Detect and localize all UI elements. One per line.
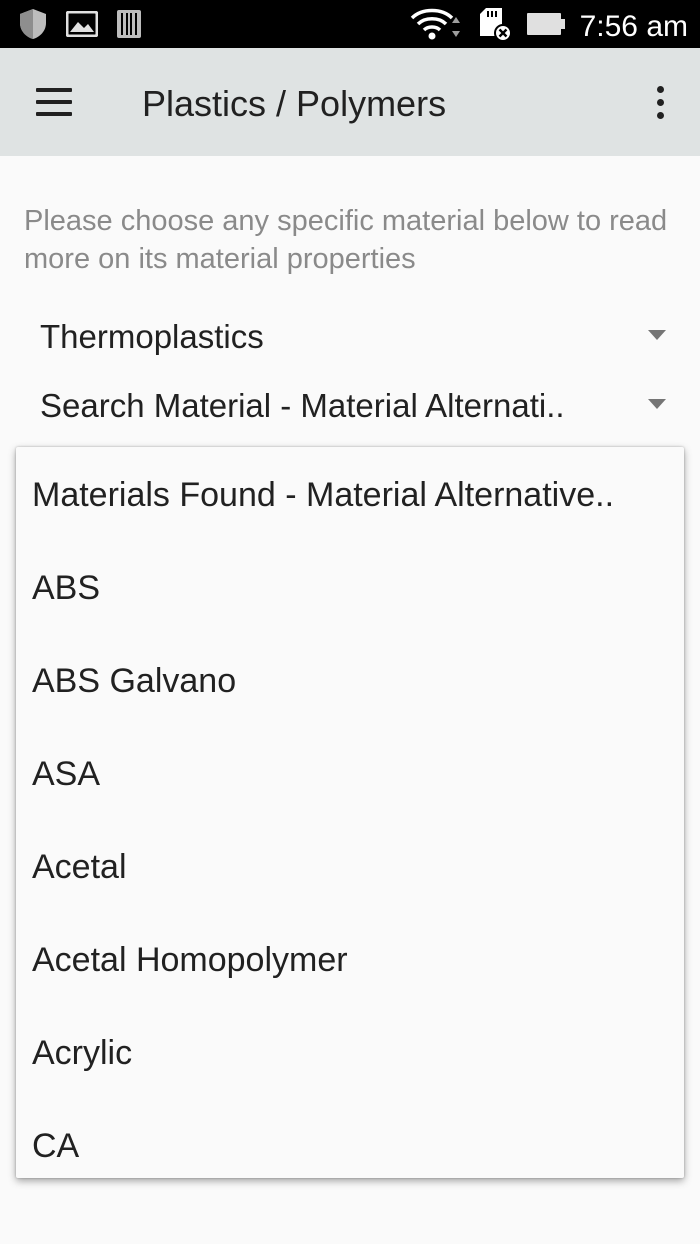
- page-title: Plastics / Polymers: [142, 83, 447, 124]
- hamburger-menu-icon[interactable]: [34, 86, 74, 118]
- search-material-spinner[interactable]: Search Material - Material Alternati..: [40, 381, 680, 431]
- category-spinner[interactable]: Thermoplastics: [40, 312, 680, 362]
- status-bar: 7:56 am: [0, 0, 700, 48]
- status-bar-right: 7:56 am: [410, 6, 688, 47]
- barcode-icon: [116, 9, 142, 44]
- list-item-label: Acetal Homopolymer: [32, 941, 348, 979]
- more-vert-icon[interactable]: [650, 84, 670, 124]
- battery-icon: [526, 11, 566, 42]
- list-item[interactable]: ABS: [16, 540, 684, 633]
- list-item[interactable]: ASA: [16, 726, 684, 819]
- list-item[interactable]: Acetal: [16, 819, 684, 912]
- list-item-label: Acrylic: [32, 1034, 133, 1072]
- list-item-label: ABS: [32, 569, 101, 607]
- dropdown-arrow-icon: [648, 399, 666, 409]
- list-item-label: Materials Found - Material Alternative..: [32, 476, 615, 514]
- list-item[interactable]: Acrylic: [16, 1005, 684, 1098]
- category-spinner-value: Thermoplastics: [40, 318, 264, 355]
- status-time: 7:56 am: [579, 9, 688, 43]
- sd-card-icon: [478, 6, 512, 47]
- list-item[interactable]: Materials Found - Material Alternative..: [16, 447, 684, 540]
- list-item[interactable]: CA: [16, 1098, 684, 1178]
- list-item-label: Acetal: [32, 848, 127, 886]
- material-dropdown-list[interactable]: Materials Found - Material Alternative..…: [16, 447, 684, 1178]
- search-spinner-value: Search Material - Material Alternati..: [40, 387, 565, 424]
- screen: 7:56 am Plastics / Polymers Please choos…: [0, 0, 700, 1244]
- list-item-label: CA: [32, 1127, 80, 1165]
- image-icon: [65, 10, 99, 42]
- list-item[interactable]: ABS Galvano: [16, 633, 684, 726]
- list-item-label: ABS Galvano: [32, 662, 237, 700]
- wifi-icon: [410, 7, 464, 46]
- intro-text: Please choose any specific material belo…: [24, 205, 668, 275]
- shield-icon: [18, 8, 48, 45]
- dropdown-arrow-icon: [648, 330, 666, 340]
- status-bar-left: [18, 8, 142, 45]
- list-item[interactable]: Acetal Homopolymer: [16, 912, 684, 1005]
- app-toolbar: Plastics / Polymers: [0, 48, 700, 156]
- list-item-label: ASA: [32, 755, 101, 793]
